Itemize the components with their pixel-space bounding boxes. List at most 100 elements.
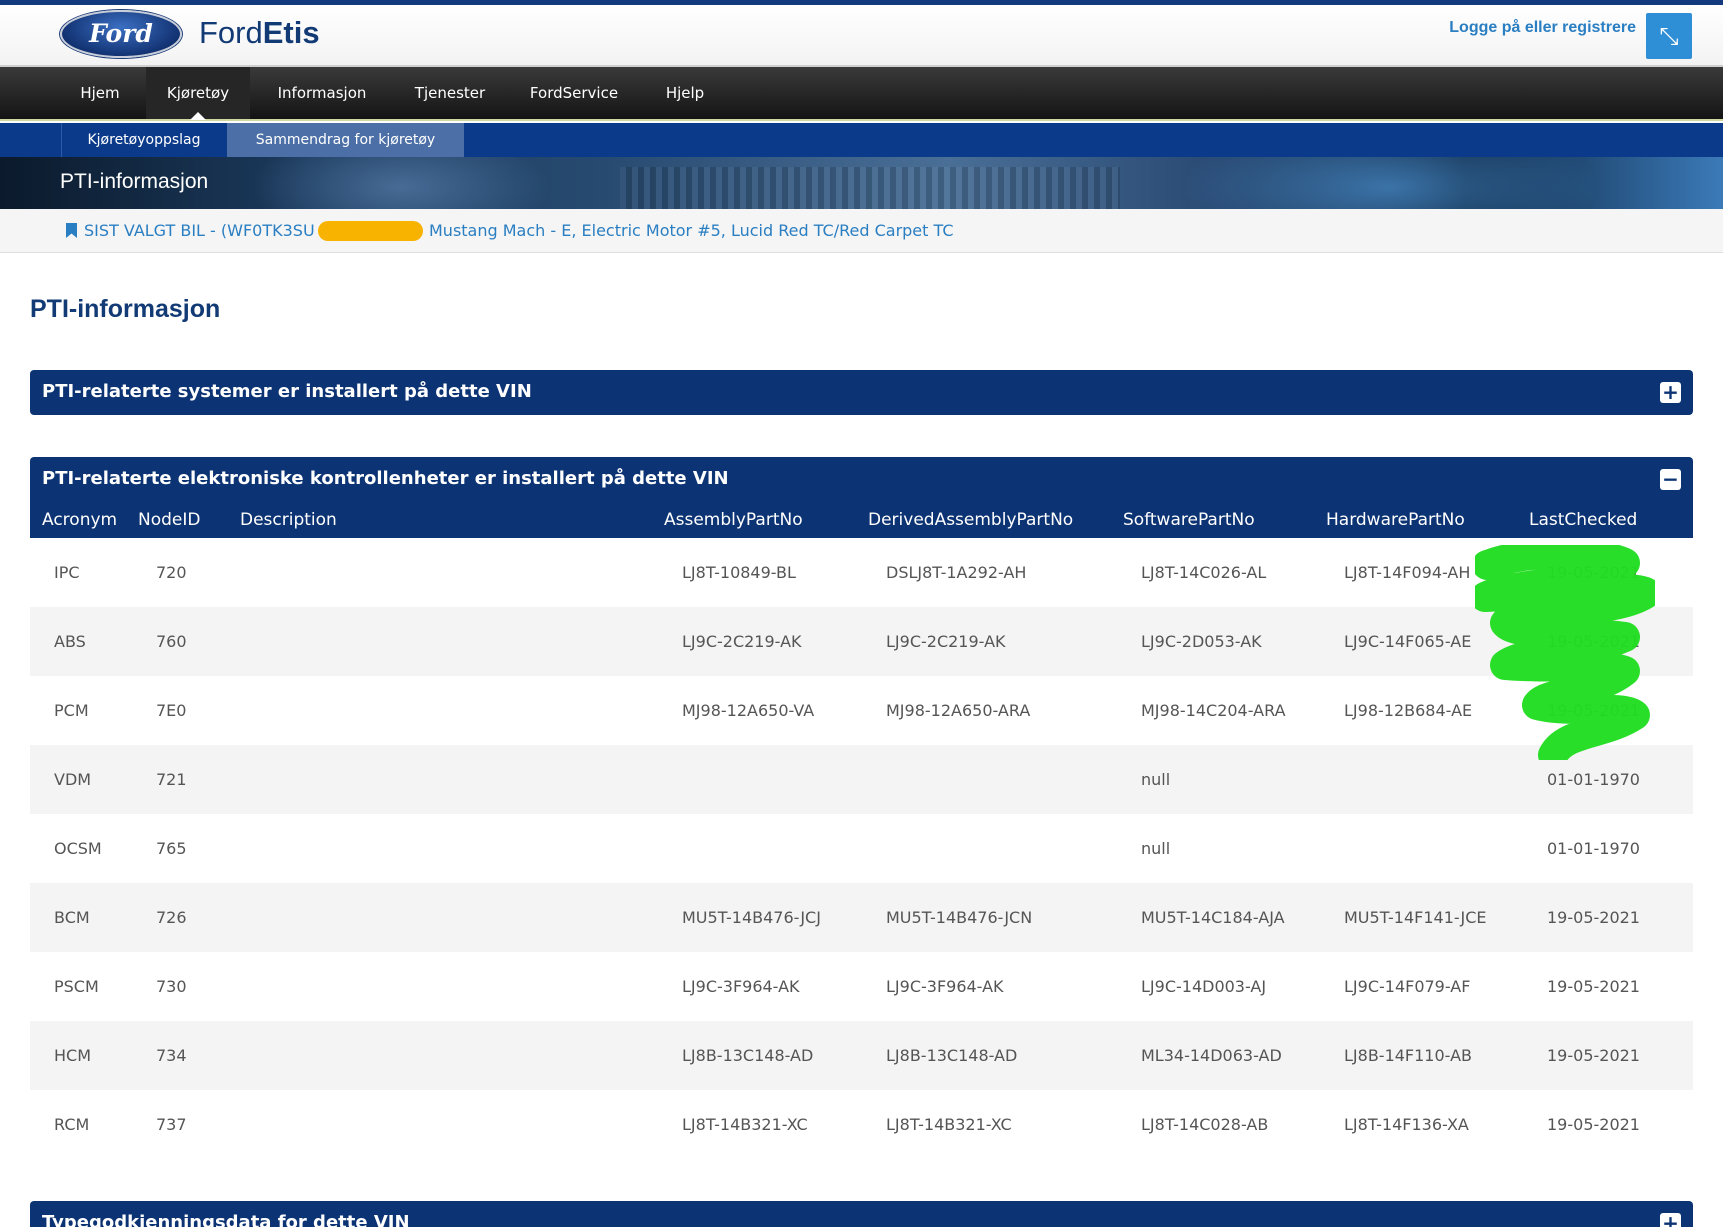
cell-softwarepartno: LJ8T-14C026-AL bbox=[1141, 563, 1267, 582]
hero-car-image bbox=[250, 157, 550, 209]
cell-softwarepartno: MU5T-14C184-AJA bbox=[1141, 908, 1285, 927]
cell-derivedassemblypartno: DSLJ8T-1A292-AH bbox=[886, 563, 1027, 582]
last-selected-car-bar: SIST VALGT BIL - (WF0TK3SU Mustang Mach … bbox=[0, 209, 1723, 253]
cell-nodeid: 730 bbox=[156, 977, 187, 996]
subnav-sammendrag[interactable]: Sammendrag for kjøretøy bbox=[227, 123, 464, 157]
panel-type-approval[interactable]: Typegodkjenningsdata for dette VIN + bbox=[30, 1201, 1693, 1227]
cell-hardwarepartno: LJ8T-14F094-AH bbox=[1344, 563, 1471, 582]
compress-button[interactable]: ⤡ bbox=[1646, 13, 1692, 59]
cell-acronym: PSCM bbox=[54, 977, 99, 996]
cell-acronym: BCM bbox=[54, 908, 90, 927]
hero-title: PTI-informasjon bbox=[60, 170, 209, 193]
col-header-softwarepartno[interactable]: SoftwarePartNo bbox=[1123, 510, 1255, 530]
cell-derivedassemblypartno: LJ9C-2C219-AK bbox=[886, 632, 1006, 651]
panel-title: PTI-relaterte systemer er installert på … bbox=[42, 381, 532, 402]
table-row: RCM 737 LJ8T-14B321-XC LJ8T-14B321-XC LJ8T-1… bbox=[30, 1090, 1693, 1159]
cell-hardwarepartno: LJ9C-14F065-AE bbox=[1344, 632, 1472, 651]
cell-acronym: HCM bbox=[54, 1046, 92, 1065]
ford-logo-text: Ford bbox=[89, 19, 153, 48]
ford-logo[interactable]: Ford bbox=[60, 10, 182, 58]
hero-banner: PTI-informasjon bbox=[0, 157, 1723, 209]
last-car-model-link[interactable]: Mustang Mach - E, Electric Motor #5, Luc… bbox=[429, 221, 954, 240]
expand-icon[interactable]: + bbox=[1660, 1213, 1681, 1227]
main-navigation: Hjem Kjøretøy Informasjon Tjenester Ford… bbox=[0, 67, 1723, 121]
brand-light: Ford bbox=[199, 15, 263, 50]
cell-lastchecked: 19-05-2021 bbox=[1547, 632, 1640, 651]
col-header-assemblypartno[interactable]: AssemblyPartNo bbox=[664, 510, 803, 530]
col-header-derivedassemblypartno[interactable]: DerivedAssemblyPartNo bbox=[868, 510, 1073, 530]
cell-assemblypartno: LJ8B-13C148-AD bbox=[682, 1046, 814, 1065]
cell-nodeid: 721 bbox=[156, 770, 187, 789]
cell-assemblypartno: MJ98-12A650-VA bbox=[682, 701, 815, 720]
nav-kjoretoy[interactable]: Kjøretøy bbox=[146, 67, 250, 120]
nav-hjelp[interactable]: Hjelp bbox=[655, 67, 715, 119]
cell-lastchecked: 19-05-2021 bbox=[1547, 977, 1640, 996]
nav-tjenester[interactable]: Tjenester bbox=[403, 67, 497, 119]
cell-acronym: VDM bbox=[54, 770, 92, 789]
cell-nodeid: 760 bbox=[156, 632, 187, 651]
expand-icon[interactable]: + bbox=[1660, 382, 1681, 403]
table-row: BCM 726 MU5T-14B476-JCJ MU5T-14B476-JCN MU5T… bbox=[30, 883, 1693, 952]
cell-assemblypartno: LJ8T-14B321-XC bbox=[682, 1115, 808, 1134]
col-header-description[interactable]: Description bbox=[240, 510, 337, 530]
cell-lastchecked: 19-05-2021 bbox=[1547, 1115, 1640, 1134]
cell-nodeid: 720 bbox=[156, 563, 187, 582]
col-header-lastchecked[interactable]: LastChecked bbox=[1529, 510, 1637, 530]
cell-softwarepartno: MJ98-14C204-ARA bbox=[1141, 701, 1286, 720]
table-row: HCM 734 LJ8B-13C148-AD LJ8B-13C148-AD ML34-1… bbox=[30, 1021, 1693, 1090]
nav-hjem[interactable]: Hjem bbox=[60, 67, 140, 119]
cell-lastchecked: 19-05-2021 bbox=[1547, 563, 1640, 582]
login-register-link[interactable]: Logge på eller registrere bbox=[1449, 19, 1636, 37]
col-header-acronym[interactable]: Acronym bbox=[42, 510, 117, 530]
cell-lastchecked: 01-01-1970 bbox=[1547, 770, 1640, 789]
panel-title: PTI-relaterte elektroniske kontrollenhet… bbox=[42, 468, 729, 489]
ecu-table: IPC 720 LJ8T-10849-BL DSLJ8T-1A292-AH LJ8T-1… bbox=[30, 538, 1693, 1159]
subnav-kjoretoyoppslag[interactable]: Kjøretøyoppslag bbox=[62, 123, 226, 157]
panel-pti-systems[interactable]: PTI-relaterte systemer er installert på … bbox=[30, 370, 1693, 415]
cell-hardwarepartno: LJ8B-14F110-AB bbox=[1344, 1046, 1473, 1065]
cell-lastchecked: 19-05-2021 bbox=[1547, 908, 1640, 927]
site-header: Ford FordEtis Logge på eller registrere … bbox=[0, 5, 1723, 67]
cell-lastchecked: 19-05-2021 bbox=[1547, 1046, 1640, 1065]
nav-fordservice[interactable]: FordService bbox=[520, 67, 628, 119]
bookmark-icon bbox=[66, 223, 77, 238]
cell-assemblypartno: LJ8T-10849-BL bbox=[682, 563, 796, 582]
brand-bold: Etis bbox=[262, 15, 320, 50]
table-header: Acronym NodeID Description AssemblyPartN… bbox=[30, 508, 1693, 538]
cell-softwarepartno: null bbox=[1141, 839, 1171, 858]
table-row: VDM 721 null 01-01-1970 bbox=[30, 745, 1693, 814]
page-title: PTI-informasjon bbox=[30, 295, 221, 323]
cell-hardwarepartno: LJ8T-14F136-XA bbox=[1344, 1115, 1469, 1134]
sub-navigation: Kjøretøyoppslag Sammendrag for kjøretøy bbox=[0, 123, 1723, 157]
cell-assemblypartno: LJ9C-3F964-AK bbox=[682, 977, 800, 996]
cell-acronym: OCSM bbox=[54, 839, 102, 858]
cell-nodeid: 7E0 bbox=[156, 701, 187, 720]
cell-nodeid: 726 bbox=[156, 908, 187, 927]
cell-acronym: RCM bbox=[54, 1115, 90, 1134]
table-row: PCM 7E0 MJ98-12A650-VA MJ98-12A650-ARA MJ98-… bbox=[30, 676, 1693, 745]
cell-softwarepartno: null bbox=[1141, 770, 1171, 789]
hero-car-grille bbox=[620, 167, 1120, 209]
cell-acronym: IPC bbox=[54, 563, 80, 582]
cell-lastchecked: 19-05-2021 bbox=[1547, 701, 1640, 720]
cell-derivedassemblypartno: LJ9C-3F964-AK bbox=[886, 977, 1004, 996]
cell-softwarepartno: LJ9C-14D003-AJ bbox=[1141, 977, 1267, 996]
compress-icon: ⤡ bbox=[1659, 22, 1679, 50]
cell-nodeid: 737 bbox=[156, 1115, 187, 1134]
cell-derivedassemblypartno: LJ8B-13C148-AD bbox=[886, 1046, 1018, 1065]
panel-pti-ecus: PTI-relaterte elektroniske kontrollenhet… bbox=[30, 457, 1693, 538]
cell-nodeid: 734 bbox=[156, 1046, 187, 1065]
cell-assemblypartno: MU5T-14B476-JCJ bbox=[682, 908, 821, 927]
cell-derivedassemblypartno: MU5T-14B476-JCN bbox=[886, 908, 1033, 927]
col-header-nodeid[interactable]: NodeID bbox=[138, 510, 200, 530]
nav-informasjon[interactable]: Informasjon bbox=[268, 67, 376, 119]
cell-hardwarepartno: MU5T-14F141-JCE bbox=[1344, 908, 1487, 927]
collapse-icon[interactable]: − bbox=[1660, 469, 1681, 490]
cell-derivedassemblypartno: LJ8T-14B321-XC bbox=[886, 1115, 1012, 1134]
last-car-vin-link[interactable]: SIST VALGT BIL - (WF0TK3SU bbox=[84, 221, 315, 240]
col-header-hardwarepartno[interactable]: HardwarePartNo bbox=[1326, 510, 1465, 530]
panel-title: Typegodkjenningsdata for dette VIN bbox=[42, 1212, 410, 1227]
cell-derivedassemblypartno: MJ98-12A650-ARA bbox=[886, 701, 1031, 720]
cell-softwarepartno: ML34-14D063-AD bbox=[1141, 1046, 1282, 1065]
brand-name[interactable]: FordEtis bbox=[199, 15, 320, 51]
